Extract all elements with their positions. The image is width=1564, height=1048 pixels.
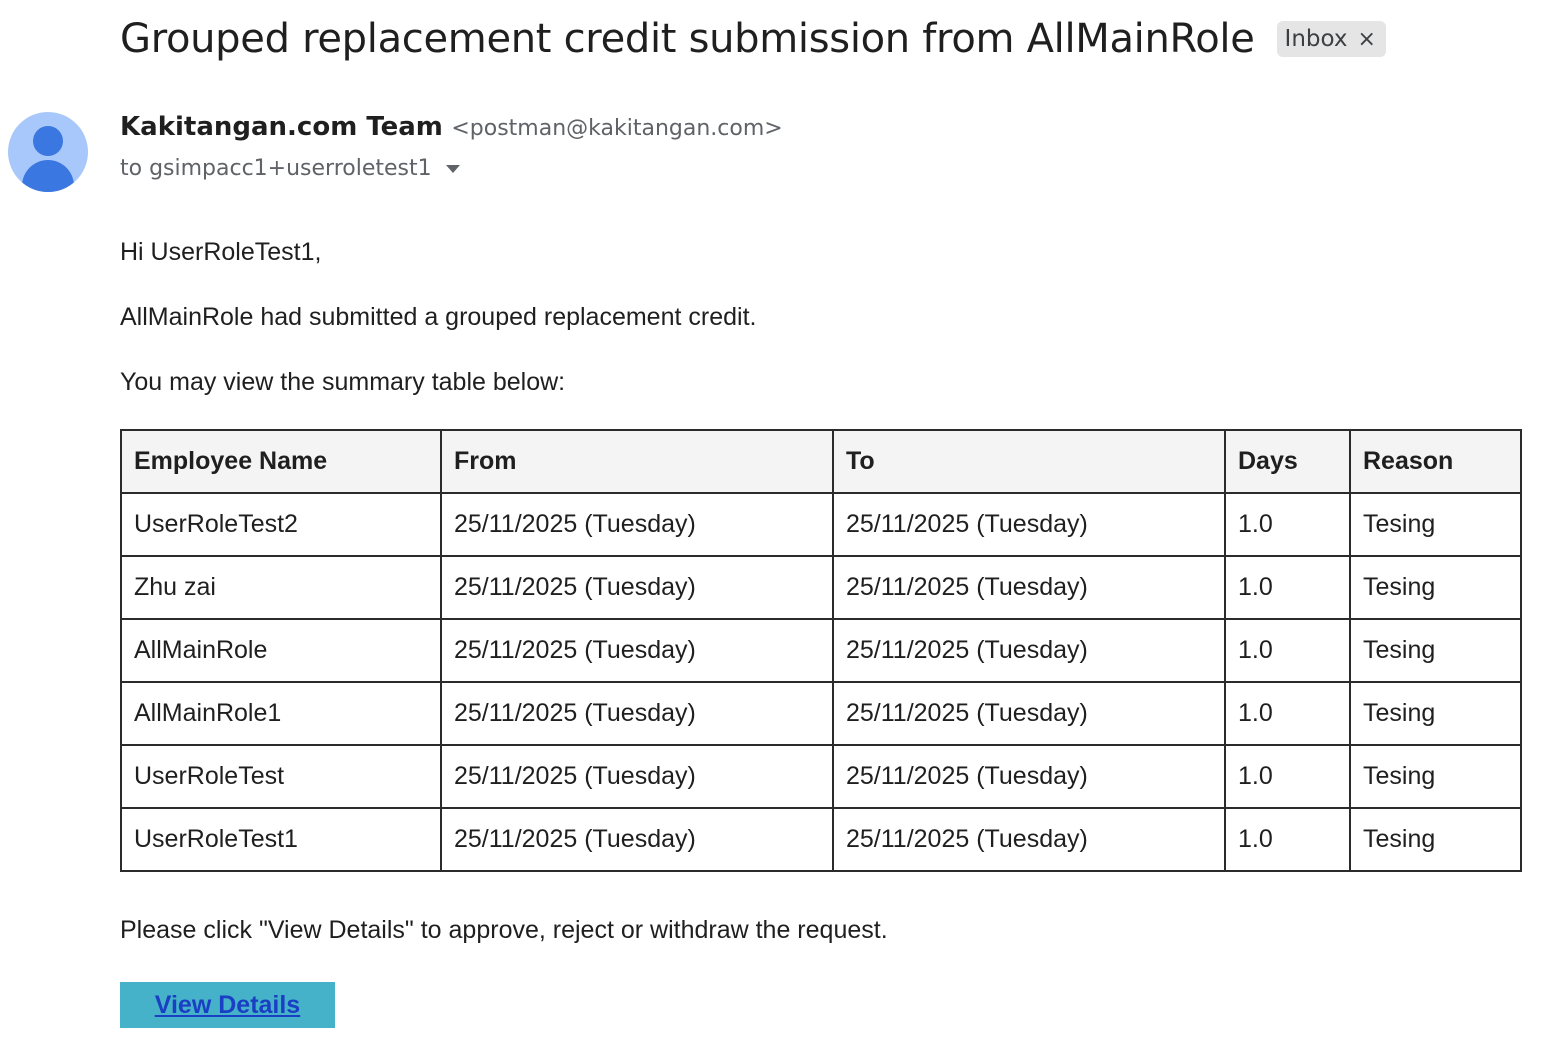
- days-cell: 1.0: [1224, 807, 1351, 872]
- reason-cell: Tesing: [1349, 555, 1522, 620]
- employee-name-cell: AllMainRole: [120, 618, 442, 683]
- inbox-label-chip[interactable]: Inbox ×: [1276, 21, 1386, 57]
- days-cell: 1.0: [1224, 744, 1351, 809]
- to-date-cell: 25/11/2025 (Tuesday): [832, 744, 1226, 809]
- subject-row: Grouped replacement credit submission fr…: [120, 16, 1386, 62]
- column-header: Employee Name: [120, 429, 442, 494]
- avatar-body: [22, 160, 74, 192]
- label-chip-text: Inbox: [1284, 26, 1348, 52]
- table-row: UserRoleTest 25/11/2025 (Tuesday) 25/11/…: [120, 744, 1522, 809]
- days-cell: 1.0: [1224, 618, 1351, 683]
- employee-name-cell: UserRoleTest1: [120, 807, 442, 872]
- summary-intro-text: You may view the summary table below:: [120, 368, 566, 396]
- to-date-cell: 25/11/2025 (Tuesday): [832, 807, 1226, 872]
- table-row: AllMainRole1 25/11/2025 (Tuesday) 25/11/…: [120, 681, 1522, 746]
- chevron-down-icon[interactable]: [445, 164, 460, 173]
- column-header: To: [832, 429, 1226, 494]
- days-cell: 1.0: [1224, 492, 1351, 557]
- to-date-cell: 25/11/2025 (Tuesday): [832, 618, 1226, 683]
- email-subject: Grouped replacement credit submission fr…: [120, 16, 1255, 62]
- employee-name-cell: UserRoleTest2: [120, 492, 442, 557]
- recipient-line: to gsimpacc1+userroletest1: [120, 156, 460, 181]
- person-icon[interactable]: [8, 112, 88, 192]
- from-date-cell: 25/11/2025 (Tuesday): [440, 555, 834, 620]
- employee-name-cell: Zhu zai: [120, 555, 442, 620]
- view-details-button[interactable]: View Details: [120, 982, 335, 1028]
- to-date-cell: 25/11/2025 (Tuesday): [832, 555, 1226, 620]
- from-date-cell: 25/11/2025 (Tuesday): [440, 681, 834, 746]
- sender-line: Kakitangan.com Team <postman@kakitangan.…: [120, 112, 783, 142]
- reason-cell: Tesing: [1349, 618, 1522, 683]
- table-row: UserRoleTest1 25/11/2025 (Tuesday) 25/11…: [120, 807, 1522, 872]
- submission-text: AllMainRole had submitted a grouped repl…: [120, 303, 757, 331]
- employee-name-cell: AllMainRole1: [120, 681, 442, 746]
- greeting-text: Hi UserRoleTest1,: [120, 238, 322, 266]
- table-row: Zhu zai 25/11/2025 (Tuesday) 25/11/2025 …: [120, 555, 1522, 620]
- employee-name-cell: UserRoleTest: [120, 744, 442, 809]
- summary-table: Employee Name From To Days Reason UserRo…: [120, 429, 1522, 872]
- table-row: UserRoleTest2 25/11/2025 (Tuesday) 25/11…: [120, 492, 1522, 557]
- from-date-cell: 25/11/2025 (Tuesday): [440, 807, 834, 872]
- from-date-cell: 25/11/2025 (Tuesday): [440, 618, 834, 683]
- from-date-cell: 25/11/2025 (Tuesday): [440, 744, 834, 809]
- reason-cell: Tesing: [1349, 807, 1522, 872]
- table-row: AllMainRole 25/11/2025 (Tuesday) 25/11/2…: [120, 618, 1522, 683]
- from-date-cell: 25/11/2025 (Tuesday): [440, 492, 834, 557]
- sender-email: <postman@kakitangan.com>: [451, 116, 783, 141]
- avatar-head: [33, 126, 63, 156]
- column-header: From: [440, 429, 834, 494]
- reason-cell: Tesing: [1349, 492, 1522, 557]
- to-date-cell: 25/11/2025 (Tuesday): [832, 492, 1226, 557]
- column-header: Days: [1224, 429, 1351, 494]
- column-header: Reason: [1349, 429, 1522, 494]
- recipient-text: to gsimpacc1+userroletest1: [120, 156, 432, 181]
- reason-cell: Tesing: [1349, 744, 1522, 809]
- to-date-cell: 25/11/2025 (Tuesday): [832, 681, 1226, 746]
- reason-cell: Tesing: [1349, 681, 1522, 746]
- instruction-text: Please click "View Details" to approve, …: [120, 916, 888, 944]
- days-cell: 1.0: [1224, 681, 1351, 746]
- close-icon[interactable]: ×: [1357, 27, 1375, 52]
- days-cell: 1.0: [1224, 555, 1351, 620]
- sender-name[interactable]: Kakitangan.com Team: [120, 112, 443, 142]
- table-header-row: Employee Name From To Days Reason: [120, 429, 1522, 494]
